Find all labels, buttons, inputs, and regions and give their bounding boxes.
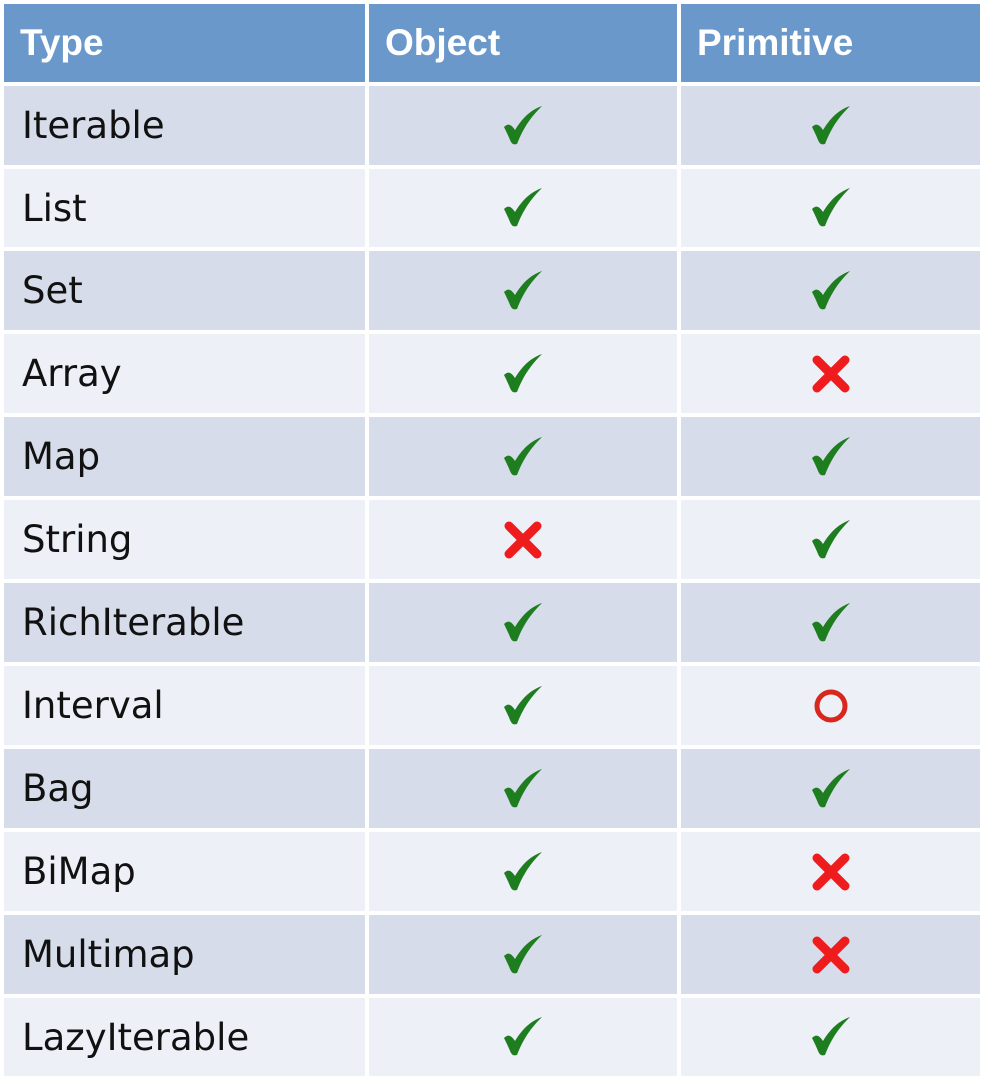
row-primitive-cell <box>681 666 980 745</box>
row-primitive-cell <box>681 334 980 413</box>
check-icon <box>504 436 542 475</box>
check-icon <box>504 188 542 227</box>
row-type-label: Iterable <box>4 86 365 165</box>
check-icon <box>504 685 542 724</box>
cross-icon <box>812 936 849 973</box>
row-type-label: Bag <box>4 749 365 828</box>
header-object: Object <box>369 4 677 82</box>
row-object-cell <box>369 417 677 496</box>
row-type-label: BiMap <box>4 832 365 911</box>
check-icon <box>811 270 850 309</box>
row-object-cell <box>369 749 677 828</box>
check-icon <box>504 768 542 807</box>
row-type-label: List <box>4 169 365 247</box>
check-icon <box>504 602 542 641</box>
row-type-label: String <box>4 500 365 579</box>
row-object-cell <box>369 998 677 1076</box>
check-icon <box>811 519 850 558</box>
row-object-cell <box>369 334 677 413</box>
row-primitive-cell <box>681 998 980 1076</box>
row-primitive-cell <box>681 86 980 165</box>
check-icon <box>811 768 850 807</box>
check-icon <box>504 934 542 973</box>
check-icon <box>504 270 542 309</box>
row-object-cell <box>369 583 677 662</box>
check-icon <box>811 1017 850 1056</box>
row-object-cell <box>369 86 677 165</box>
check-icon <box>504 1017 542 1056</box>
check-icon <box>504 353 542 392</box>
row-primitive-cell <box>681 169 980 247</box>
header-primitive: Primitive <box>681 4 980 82</box>
row-primitive-cell <box>681 251 980 330</box>
row-object-cell <box>369 915 677 994</box>
row-type-label: Set <box>4 251 365 330</box>
row-primitive-cell <box>681 583 980 662</box>
cross-icon <box>812 853 849 890</box>
row-type-label: Map <box>4 417 365 496</box>
cross-icon <box>504 521 542 558</box>
check-icon <box>504 851 542 890</box>
check-icon <box>811 436 850 475</box>
row-object-cell <box>369 500 677 579</box>
row-type-label: RichIterable <box>4 583 365 662</box>
circle-icon <box>814 689 847 722</box>
row-object-cell <box>369 832 677 911</box>
row-type-label: Interval <box>4 666 365 745</box>
cross-icon <box>812 355 849 392</box>
check-icon <box>504 105 542 144</box>
row-primitive-cell <box>681 500 980 579</box>
row-object-cell <box>369 666 677 745</box>
check-icon <box>811 188 850 227</box>
row-object-cell <box>369 251 677 330</box>
support-table: Type Object Primitive Iterable List Set Arr… <box>4 4 980 1076</box>
row-primitive-cell <box>681 915 980 994</box>
row-primitive-cell <box>681 417 980 496</box>
check-icon <box>811 105 850 144</box>
row-type-label: Multimap <box>4 915 365 994</box>
header-type: Type <box>4 4 365 82</box>
row-primitive-cell <box>681 832 980 911</box>
check-icon <box>811 602 850 641</box>
row-primitive-cell <box>681 749 980 828</box>
row-type-label: LazyIterable <box>4 998 365 1076</box>
row-object-cell <box>369 169 677 247</box>
row-type-label: Array <box>4 334 365 413</box>
